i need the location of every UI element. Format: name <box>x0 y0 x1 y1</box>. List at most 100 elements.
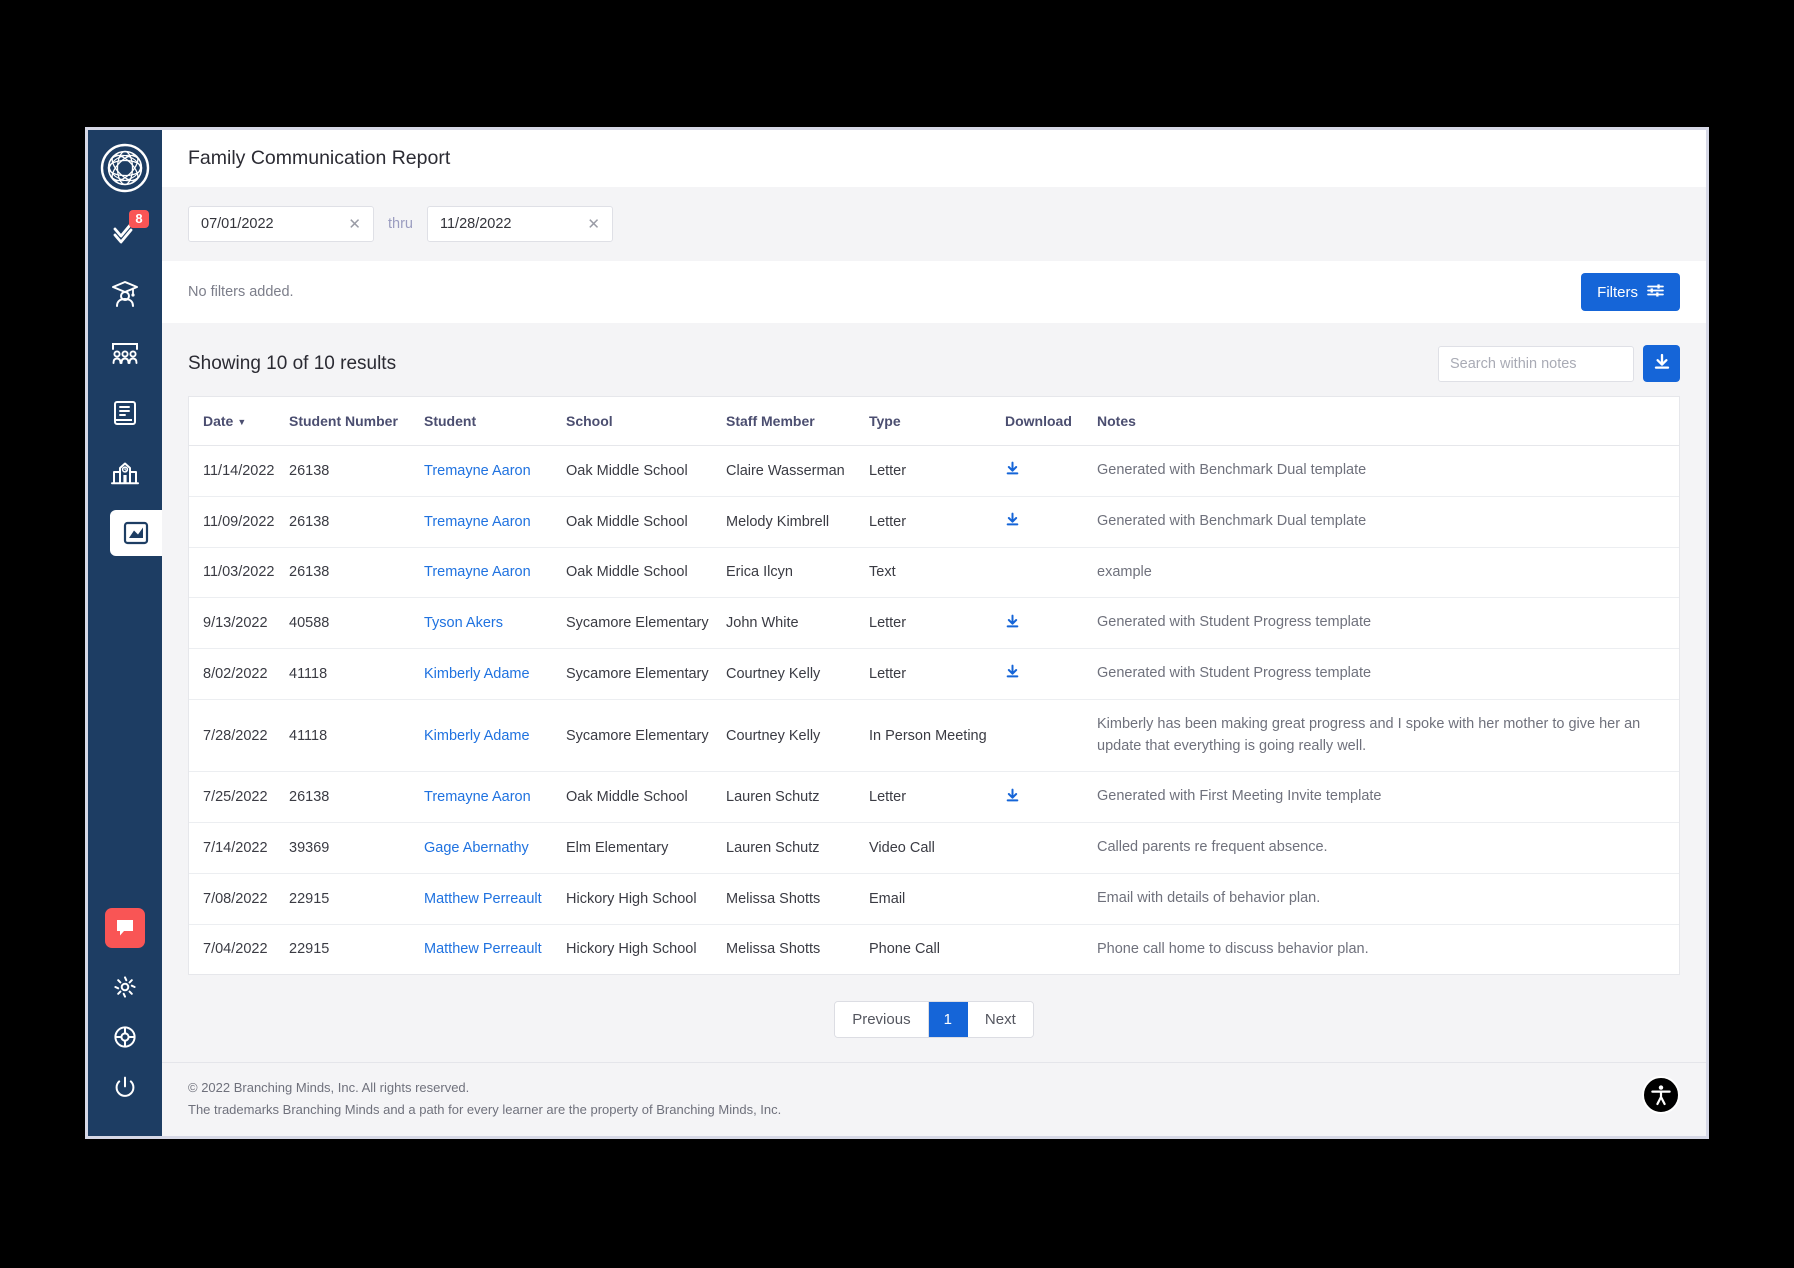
note-text: Generated with Student Progress template <box>1097 614 1371 630</box>
column-header-staff-member[interactable]: Staff Member <box>726 397 869 446</box>
cell-date: 8/02/2022 <box>189 649 289 700</box>
export-download-button[interactable] <box>1643 345 1680 382</box>
student-link[interactable]: Matthew Perreault <box>424 891 542 907</box>
cell-download <box>1005 547 1097 598</box>
note-text: Generated with Student Progress template <box>1097 665 1371 681</box>
note-text: example <box>1097 564 1152 580</box>
cell-student-number: 39369 <box>289 823 424 874</box>
start-date-value: 07/01/2022 <box>201 216 274 232</box>
student-link[interactable]: Tremayne Aaron <box>424 564 531 580</box>
cell-type: In Person Meeting <box>869 699 1005 772</box>
row-download-icon[interactable] <box>1005 667 1020 683</box>
sidebar-item-groups[interactable] <box>101 330 149 376</box>
student-link[interactable]: Matthew Perreault <box>424 941 542 957</box>
table-header-row: Date▼ Student Number Student School Staf… <box>189 397 1679 446</box>
start-date-field[interactable]: 07/01/2022 ✕ <box>188 206 374 242</box>
column-header-type[interactable]: Type <box>869 397 1005 446</box>
page-header: Family Communication Report <box>162 130 1706 187</box>
row-download-icon[interactable] <box>1005 617 1020 633</box>
row-download-icon[interactable] <box>1005 515 1020 531</box>
student-link[interactable]: Kimberly Adame <box>424 728 530 744</box>
pagination: Previous 1 Next <box>834 1001 1034 1038</box>
footer-copyright: © 2022 Branching Minds, Inc. All rights … <box>188 1077 1680 1098</box>
cell-type: Email <box>869 873 1005 924</box>
clear-end-date-icon[interactable]: ✕ <box>587 217 600 232</box>
column-header-student[interactable]: Student <box>424 397 566 446</box>
accessibility-icon[interactable] <box>1642 1076 1680 1114</box>
search-notes-input[interactable] <box>1438 346 1634 382</box>
cell-staff-member: Melody Kimbrell <box>726 496 869 547</box>
sidebar-item-schools[interactable] <box>101 450 149 496</box>
note-text: Generated with Benchmark Dual template <box>1097 513 1366 529</box>
main-content: Family Communication Report 07/01/2022 ✕… <box>162 130 1706 1136</box>
footer-trademark: The trademarks Branching Minds and a pat… <box>188 1099 1680 1120</box>
cell-staff-member: Melissa Shotts <box>726 924 869 974</box>
clear-start-date-icon[interactable]: ✕ <box>348 217 361 232</box>
cell-type: Letter <box>869 496 1005 547</box>
cell-type: Phone Call <box>869 924 1005 974</box>
filters-button[interactable]: Filters <box>1581 273 1680 311</box>
column-header-student-number[interactable]: Student Number <box>289 397 424 446</box>
note-text: Phone call home to discuss behavior plan… <box>1097 941 1369 957</box>
cell-school: Sycamore Elementary <box>566 598 726 649</box>
table-header: Date▼ Student Number Student School Staf… <box>189 397 1679 446</box>
pagination-next[interactable]: Next <box>968 1002 1033 1037</box>
column-header-date[interactable]: Date▼ <box>189 397 289 446</box>
row-download-icon[interactable] <box>1005 464 1020 480</box>
cell-notes: Called parents re frequent absence. <box>1097 823 1679 874</box>
power-logout-icon[interactable] <box>105 1070 145 1104</box>
gear-icon[interactable] <box>105 970 145 1004</box>
cell-student: Tyson Akers <box>424 598 566 649</box>
pagination-previous[interactable]: Previous <box>835 1002 928 1037</box>
cell-staff-member: Melissa Shotts <box>726 873 869 924</box>
branching-minds-logo-icon[interactable] <box>97 140 153 196</box>
column-header-notes[interactable]: Notes <box>1097 397 1679 446</box>
table-row: 11/09/202226138Tremayne AaronOak Middle … <box>189 496 1679 547</box>
cell-notes: Generated with Benchmark Dual template <box>1097 446 1679 497</box>
search-and-export <box>1438 345 1680 382</box>
cell-date: 9/13/2022 <box>189 598 289 649</box>
cell-date: 7/25/2022 <box>189 772 289 823</box>
cell-student: Kimberly Adame <box>424 649 566 700</box>
cell-student: Gage Abernathy <box>424 823 566 874</box>
cell-school: Sycamore Elementary <box>566 699 726 772</box>
sidebar-item-students[interactable] <box>101 270 149 316</box>
student-link[interactable]: Tyson Akers <box>424 615 503 631</box>
life-ring-help-icon[interactable] <box>105 1020 145 1054</box>
end-date-value: 11/28/2022 <box>440 216 512 232</box>
cell-school: Oak Middle School <box>566 772 726 823</box>
table-row: 7/04/202222915Matthew PerreaultHickory H… <box>189 924 1679 974</box>
sidebar-item-library[interactable] <box>101 390 149 436</box>
column-header-school[interactable]: School <box>566 397 726 446</box>
cell-student-number: 26138 <box>289 496 424 547</box>
pagination-page-1[interactable]: 1 <box>929 1002 968 1037</box>
student-link[interactable]: Tremayne Aaron <box>424 789 531 805</box>
filter-bar: No filters added. Filters <box>162 261 1706 323</box>
table-row: 8/02/202241118Kimberly AdameSycamore Ele… <box>189 649 1679 700</box>
student-link[interactable]: Kimberly Adame <box>424 666 530 682</box>
cell-type: Video Call <box>869 823 1005 874</box>
sidebar-item-reports[interactable] <box>110 510 162 556</box>
application-window: 8 <box>85 127 1709 1139</box>
date-range-separator-label: thru <box>388 216 413 232</box>
row-download-icon[interactable] <box>1005 791 1020 807</box>
cell-school: Oak Middle School <box>566 446 726 497</box>
table-row: 9/13/202240588Tyson AkersSycamore Elemen… <box>189 598 1679 649</box>
student-link[interactable]: Tremayne Aaron <box>424 514 531 530</box>
end-date-field[interactable]: 11/28/2022 ✕ <box>427 206 613 242</box>
download-icon <box>1653 353 1671 374</box>
student-link[interactable]: Tremayne Aaron <box>424 463 531 479</box>
cell-student: Kimberly Adame <box>424 699 566 772</box>
sidebar-item-tasks[interactable]: 8 <box>101 210 149 256</box>
cell-student-number: 26138 <box>289 446 424 497</box>
cell-student: Tremayne Aaron <box>424 446 566 497</box>
cell-download <box>1005 772 1097 823</box>
cell-download <box>1005 823 1097 874</box>
student-link[interactable]: Gage Abernathy <box>424 840 529 856</box>
chat-bubble-icon[interactable] <box>105 908 145 948</box>
cell-school: Oak Middle School <box>566 496 726 547</box>
cell-download <box>1005 446 1097 497</box>
page-title: Family Communication Report <box>188 147 450 170</box>
cell-notes: Phone call home to discuss behavior plan… <box>1097 924 1679 974</box>
column-header-download: Download <box>1005 397 1097 446</box>
